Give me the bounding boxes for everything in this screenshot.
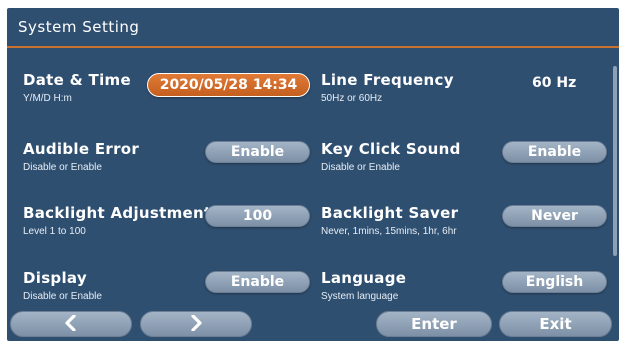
setting-date-time: Date & Time Y/M/D H:m xyxy=(23,71,131,104)
setting-desc: Disable or Enable xyxy=(321,162,400,173)
setting-label: Key Click Sound xyxy=(321,140,461,158)
setting-desc: Disable or Enable xyxy=(23,291,102,302)
setting-language: Language System language xyxy=(321,269,406,302)
setting-desc: Y/M/D H:m xyxy=(23,93,72,104)
chevron-left-icon xyxy=(65,314,76,332)
key-click-sound-button[interactable]: Enable xyxy=(502,141,607,163)
setting-label: Date & Time xyxy=(23,71,131,89)
system-setting-screen: System Setting Date & Time Y/M/D H:m 202… xyxy=(7,8,619,341)
scrollbar[interactable] xyxy=(613,66,617,256)
header-bar: System Setting xyxy=(7,8,619,48)
page-title: System Setting xyxy=(18,18,140,36)
setting-desc: System language xyxy=(321,291,399,302)
setting-label: Audible Error xyxy=(23,140,140,158)
setting-audible-error: Audible Error Disable or Enable xyxy=(23,140,139,173)
audible-error-button[interactable]: Enable xyxy=(205,141,310,163)
setting-desc: Never, 1mins, 15mins, 1hr, 6hr xyxy=(321,226,457,237)
setting-line-frequency: Line Frequency 50Hz or 60Hz xyxy=(321,71,454,104)
setting-desc: Level 1 to 100 xyxy=(23,226,86,237)
setting-backlight-saver: Backlight Saver Never, 1mins, 15mins, 1h… xyxy=(321,204,458,237)
setting-key-click-sound: Key Click Sound Disable or Enable xyxy=(321,140,461,173)
display-button[interactable]: Enable xyxy=(205,271,310,293)
backlight-saver-button[interactable]: Never xyxy=(502,205,607,227)
setting-desc: Disable or Enable xyxy=(23,162,102,173)
line-frequency-value[interactable]: 60 Hz xyxy=(532,75,576,91)
setting-label: Display xyxy=(23,269,87,287)
setting-label: Backlight Adjustment xyxy=(23,204,212,222)
previous-button[interactable] xyxy=(10,311,132,337)
setting-desc: 50Hz or 60Hz xyxy=(321,93,383,104)
chevron-right-icon xyxy=(191,314,202,332)
backlight-adjustment-button[interactable]: 100 xyxy=(205,205,310,227)
setting-backlight-adjustment: Backlight Adjustment Level 1 to 100 xyxy=(23,204,211,237)
setting-display: Display Disable or Enable xyxy=(23,269,102,302)
next-button[interactable] xyxy=(140,311,252,337)
setting-label: Backlight Saver xyxy=(321,204,459,222)
enter-button[interactable]: Enter xyxy=(376,311,492,337)
setting-label: Line Frequency xyxy=(321,71,454,89)
setting-label: Language xyxy=(321,269,407,287)
date-time-value-button[interactable]: 2020/05/28 14:34 xyxy=(147,73,310,97)
exit-button[interactable]: Exit xyxy=(499,311,612,337)
language-button[interactable]: English xyxy=(502,271,607,293)
